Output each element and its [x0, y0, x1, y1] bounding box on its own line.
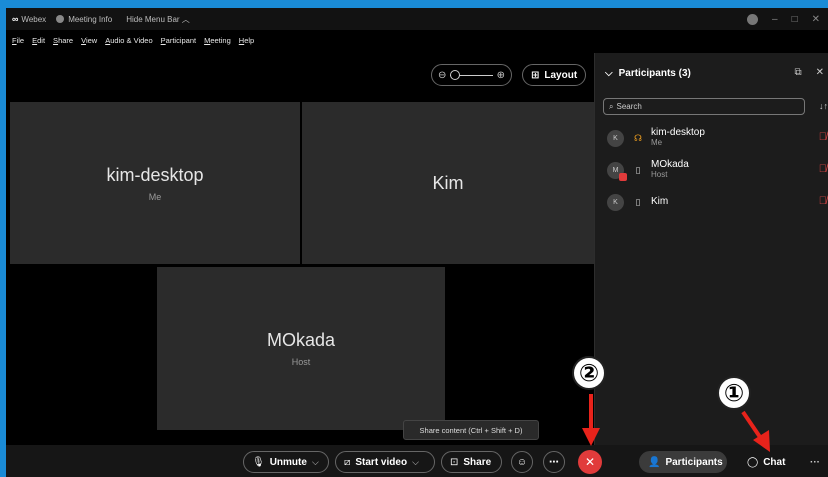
zoom-slider[interactable]: ⊖ ⊕: [431, 64, 512, 86]
maximize-icon[interactable]: □: [792, 14, 798, 25]
tile-name: MOkada: [266, 330, 336, 350]
share-label: Share: [463, 456, 492, 468]
popout-icon[interactable]: ⧉: [794, 67, 801, 78]
unmute-label: Unmute: [269, 456, 307, 468]
participant-row[interactable]: K ▯ Kim 🎙̸: [607, 189, 827, 215]
menu-share[interactable]: Share: [53, 36, 73, 50]
chevron-down-icon[interactable]: ⌵: [312, 457, 319, 468]
muted-mic-icon[interactable]: 🎙̸: [819, 131, 827, 143]
menu-view[interactable]: View: [81, 36, 97, 50]
hide-menu-bar-button[interactable]: Hide Menu Bar ︿: [126, 14, 190, 25]
annotation-marker-1: ①: [717, 376, 751, 410]
window-controls: – □ ✕: [747, 8, 828, 30]
participants-icon: 👤: [648, 456, 661, 468]
overflow-icon: ···: [810, 456, 820, 468]
meeting-info-link[interactable]: Meeting Info: [68, 15, 112, 24]
participant-row[interactable]: K ☊ kim-desktop Me 🎙̸: [607, 125, 827, 151]
chat-label: Chat: [763, 456, 786, 468]
menu-help[interactable]: Help: [239, 36, 254, 50]
overflow-menu-button[interactable]: ···: [802, 451, 824, 473]
layout-label: Layout: [544, 69, 578, 81]
menu-file[interactable]: File: [12, 36, 24, 50]
meeting-info-icon: [56, 15, 65, 23]
collapse-chevron-icon[interactable]: ⌵: [605, 68, 613, 79]
minimize-icon[interactable]: –: [772, 14, 778, 25]
video-off-badge-icon: [619, 172, 627, 181]
menu-edit[interactable]: Edit: [32, 36, 45, 50]
tile-role: Host: [291, 357, 311, 367]
tile-name: Kim: [432, 172, 464, 193]
muted-mic-icon[interactable]: 🎙̸: [819, 195, 827, 207]
reactions-button[interactable]: ☺: [511, 451, 533, 473]
menu-meeting[interactable]: Meeting: [204, 36, 231, 50]
video-tile-mokada[interactable]: MOkada Host: [157, 267, 445, 430]
video-tile-kim[interactable]: Kim: [302, 102, 594, 264]
avatar: K: [607, 193, 624, 211]
more-icon: ⋯: [549, 456, 559, 468]
mic-muted-icon: 🎙: [252, 456, 265, 468]
chat-button[interactable]: ◯ Chat: [739, 451, 795, 473]
start-video-label: Start video: [355, 456, 408, 468]
participants-panel: ⌵ Participants (3) ⧉ ✕ ⌕ Search ↓↑ K ☊ k…: [594, 53, 828, 453]
headset-icon: ☊: [634, 132, 642, 143]
share-button[interactable]: ⊡ Share: [441, 451, 502, 473]
video-tile-kim-desktop[interactable]: kim-desktop Me: [10, 102, 300, 264]
menu-bar: File Edit Share View Audio & Video Parti…: [6, 36, 254, 50]
start-video-button[interactable]: ⧄ Start video ⌵: [335, 451, 435, 473]
share-screen-icon: ⊡: [450, 456, 459, 468]
participant-role: Me: [651, 138, 663, 147]
app-name: Webex: [21, 14, 47, 24]
meeting-toolbar: 🎙 Unmute ⌵ ⧄ Start video ⌵ ⊡ Share ☺ ⋯ ✕…: [6, 445, 828, 477]
tile-role: Me: [148, 191, 162, 202]
end-call-button[interactable]: ✕: [578, 450, 602, 474]
unmute-button[interactable]: 🎙 Unmute ⌵: [243, 451, 329, 473]
layout-grid-icon: ⊞: [531, 69, 540, 81]
participant-name: MOkada: [651, 159, 689, 170]
close-window-icon[interactable]: ✕: [812, 14, 820, 25]
device-icon: ▯: [635, 196, 641, 207]
participant-role: Host: [651, 170, 668, 179]
search-icon: ⌕: [609, 101, 614, 111]
annotation-marker-2: ②: [572, 356, 606, 390]
menu-audio-video[interactable]: Audio & Video: [105, 36, 152, 50]
avatar[interactable]: [747, 13, 758, 25]
more-options-button[interactable]: ⋯: [543, 451, 565, 473]
participants-label: Participants: [665, 456, 723, 468]
webex-logo-icon: ∞: [12, 14, 19, 24]
participant-name: kim-desktop: [651, 127, 705, 138]
video-off-icon: ⧄: [344, 456, 351, 468]
avatar: M: [607, 161, 627, 181]
panel-title: Participants (3): [618, 68, 691, 79]
participant-row[interactable]: M ▯ MOkada Host 🎙̸: [607, 157, 827, 183]
device-icon: ▯: [635, 164, 641, 175]
smiley-icon: ☺: [516, 456, 528, 468]
menu-participant[interactable]: Participant: [161, 36, 196, 50]
close-panel-icon[interactable]: ✕: [816, 67, 824, 78]
zoom-knob[interactable]: [450, 69, 461, 80]
tile-name: kim-desktop: [106, 164, 204, 185]
title-bar: ∞ Webex Meeting Info Hide Menu Bar ︿ – □…: [6, 8, 828, 30]
participant-search-input[interactable]: ⌕ Search: [603, 98, 805, 115]
zoom-in-icon[interactable]: ⊕: [497, 70, 505, 81]
zoom-out-icon[interactable]: ⊖: [438, 70, 446, 81]
chat-bubble-icon: ◯: [747, 456, 759, 468]
search-placeholder: Search: [616, 102, 642, 111]
avatar: K: [607, 129, 624, 147]
participants-button[interactable]: 👤 Participants: [639, 451, 727, 473]
share-tooltip: Share content (Ctrl + Shift + D): [403, 420, 539, 440]
muted-mic-icon[interactable]: 🎙̸: [819, 163, 827, 175]
layout-button[interactable]: ⊞ Layout: [522, 64, 587, 86]
close-icon: ✕: [584, 455, 596, 469]
participant-name: Kim: [651, 196, 669, 207]
sort-icon[interactable]: ↓↑: [819, 101, 828, 111]
webex-window: ∞ Webex Meeting Info Hide Menu Bar ︿ – □…: [6, 8, 828, 477]
chevron-down-icon[interactable]: ⌵: [412, 457, 419, 468]
